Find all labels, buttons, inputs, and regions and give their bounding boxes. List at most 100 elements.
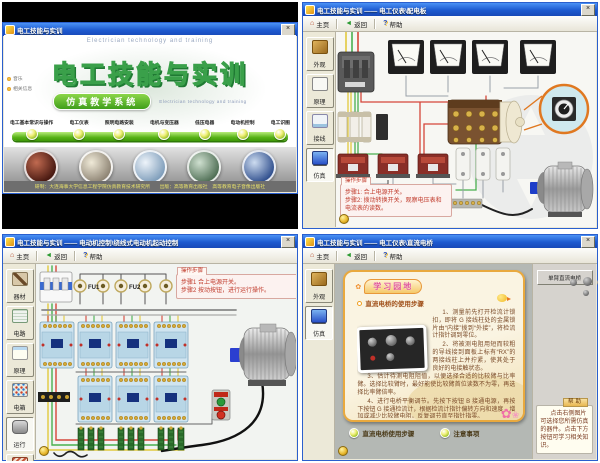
fuse-label-fu1: FU1 — [88, 285, 100, 291]
back-button[interactable]: ◄返回 — [341, 249, 371, 263]
close-button[interactable]: × — [581, 236, 595, 248]
quadrant-splash: 电工技能与实训 × Electrician technology and tra… — [2, 2, 298, 229]
tab-panel-box[interactable]: 电箱 — [6, 380, 34, 414]
splash-window: 电工技能与实训 × Electrician technology and tra… — [2, 22, 298, 194]
step-line: 步骤2: 拨动转换开关，观察电压表和电流表的读数。 — [345, 197, 447, 213]
knob-icon — [386, 353, 394, 361]
titlebar: 电工技能与实训 —— 电工仪表\配电板 × — [303, 3, 597, 16]
tab-appearance[interactable]: 外观 — [305, 269, 333, 303]
knob-icon — [368, 338, 377, 347]
back-button[interactable]: ◄返回 — [41, 249, 71, 263]
tab-simulation[interactable]: 仿真 — [306, 148, 334, 182]
home-icon: ⌂ — [310, 20, 314, 27]
circuit-breaker[interactable] — [338, 52, 374, 92]
tab-equipment[interactable]: 器材 — [6, 269, 34, 303]
tab-repair[interactable]: 维修 — [6, 454, 34, 461]
resistor-blocks — [456, 148, 510, 180]
help-note-panel: 帮助 点击右侧图片可选择您所需仿真的器件。点击下方按钮可学习相关知识。 — [536, 405, 593, 454]
subtitle-row: 仿真教学系统 Electrician technology and traini… — [4, 93, 296, 110]
quadrant-learning-page: 电工技能与实训 —— 电工仪表\直流电桥 × ⌂主页 ◄返回 ?帮助 外观 仿真 — [302, 234, 598, 461]
right-panel: 单臂直流电桥 帮助 点击右侧图片可选择您所需仿真的器件。点击下方按钮可学习相关知… — [532, 264, 596, 459]
help-icon: ? — [83, 252, 87, 259]
operation-steps-panel: 操作步骤 步骤1 合上电源开关。 步骤2 按动按钮，进行运行操作。 — [176, 274, 296, 299]
home-button[interactable]: ⌂主页 — [306, 249, 333, 263]
busbar — [38, 392, 70, 402]
cam-switch[interactable] — [448, 100, 525, 144]
help-icon: ? — [383, 20, 387, 27]
start-button[interactable] — [217, 398, 225, 406]
menu-item-diagrams[interactable]: 电工识图 — [271, 119, 290, 140]
home-button[interactable]: ⌂主页 — [306, 17, 333, 31]
panel-meter-2 — [430, 40, 466, 74]
repair-icon — [12, 457, 28, 461]
contactor — [116, 376, 150, 422]
screenshot-grid: 电工技能与实训 × Electrician technology and tra… — [0, 0, 600, 463]
steps-header: 操作步骤 — [177, 267, 207, 275]
window-title: 电工技能与实训 —— 电动机控制\绕线式电动机起动控制 — [17, 237, 279, 247]
stop-button[interactable] — [217, 411, 225, 419]
tools-icon — [12, 272, 28, 286]
box-icon — [311, 272, 327, 286]
bridge-photo — [357, 325, 428, 373]
menu-item-motors-transformers[interactable]: 电机与变压器 — [150, 119, 179, 140]
close-button[interactable]: × — [581, 4, 595, 16]
circuit-breaker[interactable] — [40, 272, 72, 302]
toolbar: ⌂主页 ◄返回 ?帮助 — [3, 248, 297, 264]
fuse-label-fu2: FU2 — [129, 285, 141, 291]
panel-meter-3 — [472, 40, 508, 74]
left-sidebar: 外观 原理 接线 仿真 — [304, 32, 336, 227]
toolbar-separator — [374, 251, 376, 261]
link-usage-steps[interactable]: 直流电桥使用步骤 — [349, 428, 414, 438]
menu-item-motor-control[interactable]: 电动机控制 — [231, 119, 255, 140]
menu-bead-icon — [26, 128, 38, 140]
current-transformers — [336, 154, 450, 178]
tab-circuit[interactable]: 电路 — [6, 306, 34, 340]
music-ball-icon[interactable] — [338, 446, 348, 456]
device-thumbnail[interactable]: 单臂直流电桥 — [537, 270, 593, 285]
toolbar-separator — [336, 251, 338, 261]
bottom-links: 直流电桥使用步骤 注意事项 — [349, 428, 479, 438]
help-button[interactable]: ?帮助 — [79, 249, 106, 263]
knob-icon — [597, 279, 598, 286]
flower-icon: ✿ — [355, 283, 361, 291]
fuse-bank — [338, 112, 388, 142]
help-button[interactable]: ?帮助 — [379, 17, 406, 31]
window-title: 电工技能与实训 —— 电工仪表\直流电桥 — [317, 237, 579, 247]
link-precautions[interactable]: 注意事项 — [440, 428, 479, 438]
tab-principle[interactable]: 原理 — [6, 343, 34, 377]
content-title: 直流电桥的使用步骤 — [365, 298, 424, 308]
tab-principle[interactable]: 原理 — [306, 74, 334, 108]
button-station[interactable] — [212, 390, 230, 420]
window-title: 电工技能与实训 — [17, 25, 279, 35]
home-button[interactable]: ⌂主页 — [6, 249, 33, 263]
music-ball-icon[interactable] — [339, 214, 349, 224]
tab-simulation[interactable]: 仿真 — [305, 306, 333, 340]
tab-run[interactable]: 运行 — [6, 417, 34, 451]
menu-item-lighting[interactable]: 照明电路安装 — [105, 119, 134, 140]
step-paragraph: 4、进行电桥平衡调节。先按下按钮 B 接通电源，再按下按钮 G 接通检流计，根据… — [357, 399, 515, 418]
card-body: 直流电桥的使用步骤 1、测量前先打开检流计锁扣，即 — [357, 298, 515, 418]
toolbar: ⌂主页 ◄返回 ?帮助 — [303, 16, 597, 32]
close-button[interactable]: × — [281, 24, 295, 36]
back-arrow-icon: ◄ — [345, 252, 352, 259]
photo-motor — [187, 150, 221, 184]
help-button[interactable]: ?帮助 — [379, 249, 406, 263]
window-title: 电工技能与实训 —— 电工仪表\配电板 — [317, 5, 579, 15]
photo-tool — [133, 150, 167, 184]
home-icon: ⌂ — [310, 252, 314, 259]
menu-item-lowvoltage[interactable]: 低压电器 — [195, 119, 214, 140]
learning-card: ✿ 学习园地 直流电桥的使用步骤 — [343, 270, 525, 422]
back-button[interactable]: ◄返回 — [341, 17, 371, 31]
menu-bead-icon — [274, 128, 286, 140]
window-body: 外观 原理 接线 仿真 — [304, 32, 596, 227]
starting-resistors — [78, 426, 184, 450]
menu-item-instruments[interactable]: 电工仪表 — [69, 119, 88, 140]
toolbar-separator — [374, 19, 376, 29]
app-icon — [5, 25, 15, 35]
close-button[interactable]: × — [281, 236, 295, 248]
steps-header: 操作步骤 — [341, 177, 371, 185]
tab-appearance[interactable]: 外观 — [306, 37, 334, 71]
tab-wiring[interactable]: 接线 — [306, 111, 334, 145]
music-ball-icon[interactable] — [39, 446, 49, 456]
menu-item-basics[interactable]: 电工基本常识与操作 — [10, 119, 53, 140]
